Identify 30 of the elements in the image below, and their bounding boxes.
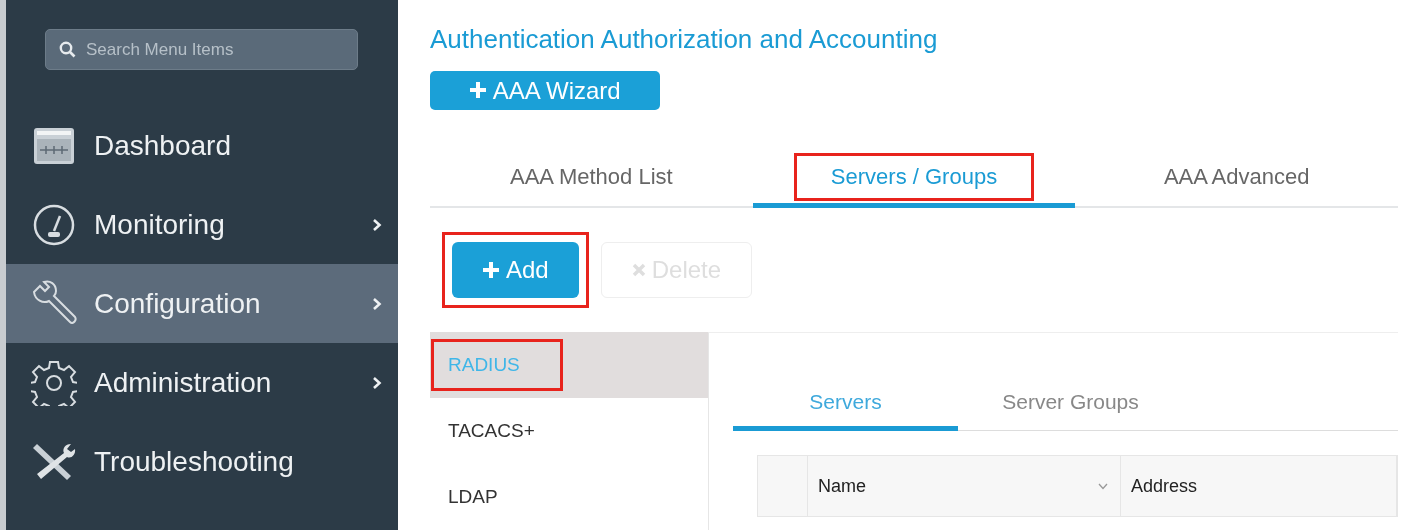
close-icon	[631, 263, 646, 277]
gear-icon	[31, 359, 77, 406]
gauge-icon	[33, 203, 75, 246]
tab[interactable]: AAA Advanced	[1075, 150, 1398, 208]
add-button[interactable]: Add	[452, 242, 579, 298]
sidebar-item-label: Monitoring	[94, 208, 226, 241]
sidebar-item[interactable]: Troubleshooting	[6, 422, 398, 501]
plus-icon	[482, 261, 500, 279]
sidebar-item[interactable]: Monitoring	[6, 185, 398, 264]
sidebar-item-label: Dashboard	[94, 129, 232, 162]
sidebar-item[interactable]: Dashboard	[6, 106, 398, 185]
sidebar-item[interactable]: Configuration	[6, 264, 398, 343]
wizard-button[interactable]: AAA Wizard	[430, 71, 660, 110]
sidebar-item-label: Configuration	[94, 287, 262, 320]
protocol-item[interactable]: TACACS+	[430, 398, 708, 464]
search-field[interactable]: Search Menu Items	[45, 29, 358, 70]
sidebar-item-label: Troubleshooting	[94, 445, 295, 478]
column-header[interactable]: Address	[1121, 456, 1397, 516]
protocol-item[interactable]: LDAP	[430, 464, 708, 530]
column-header[interactable]: Name	[808, 456, 1121, 516]
plus-icon	[469, 80, 488, 99]
sidebar-item[interactable]: Administration	[6, 343, 398, 422]
sub-tab[interactable]: Server Groups	[958, 377, 1183, 431]
search-icon	[59, 41, 76, 58]
tab[interactable]: AAA Method List	[430, 150, 753, 208]
tools-icon	[31, 441, 77, 482]
sidebar-item-label: Administration	[94, 366, 273, 399]
dashboard-icon	[33, 126, 75, 165]
page-title: Authentication Authorization and Accounting	[430, 24, 939, 55]
tab[interactable]: Servers / Groups	[752, 150, 1076, 208]
